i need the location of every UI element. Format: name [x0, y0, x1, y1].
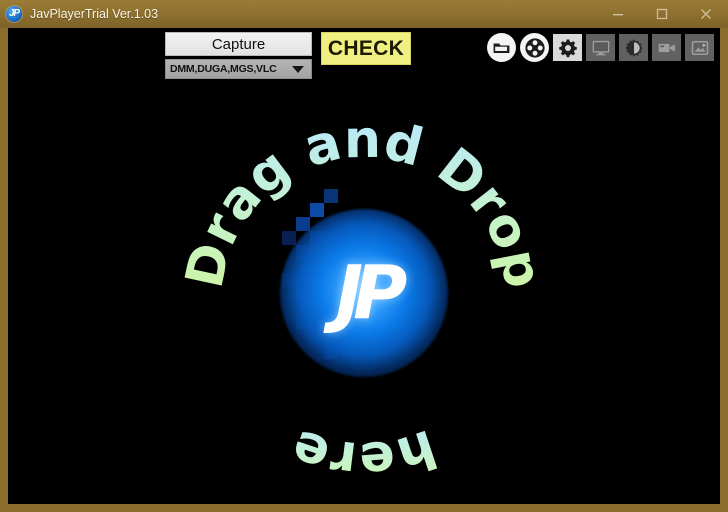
- minimize-icon: [613, 14, 623, 16]
- close-button[interactable]: [684, 0, 728, 28]
- source-select[interactable]: DMM,DUGA,MGS,VLC: [165, 59, 312, 79]
- brightness-icon: [624, 38, 643, 57]
- circular-drop-text: Drag and Drop here: [184, 113, 544, 473]
- open-folder-icon: [493, 43, 510, 54]
- camcorder-icon: [658, 43, 675, 52]
- window-title: JavPlayerTrial Ver.1.03: [30, 7, 159, 21]
- capture-group: Capture DMM,DUGA,MGS,VLC: [165, 32, 312, 79]
- maximize-button[interactable]: [640, 0, 684, 28]
- monitor-button[interactable]: [586, 34, 615, 61]
- brightness-button[interactable]: [619, 34, 648, 61]
- drop-text-top: Drag and Drop: [184, 113, 544, 293]
- maximize-icon: [656, 8, 668, 20]
- icon-toolbar: [487, 33, 714, 62]
- window-controls: [596, 0, 728, 28]
- camcorder-button[interactable]: [652, 34, 681, 61]
- chevron-down-icon: [292, 65, 304, 73]
- app-window: JP JavPlayerTrial Ver.1.03 JP rag and Dr…: [0, 0, 728, 512]
- check-button[interactable]: CHECK: [321, 32, 411, 65]
- check-button-label: CHECK: [327, 36, 405, 60]
- settings-button[interactable]: [553, 34, 582, 61]
- source-select-value: DMM,DUGA,MGS,VLC: [170, 63, 277, 75]
- toolbar: Capture DMM,DUGA,MGS,VLC CHECK: [8, 28, 720, 84]
- minimize-button[interactable]: [596, 0, 640, 28]
- title-bar: JP JavPlayerTrial Ver.1.03: [0, 0, 728, 28]
- capture-button[interactable]: Capture: [165, 32, 312, 56]
- drag-drop-zone[interactable]: JP Drag and Drop: [8, 28, 720, 504]
- drop-text-bottom: here: [284, 417, 444, 473]
- image-add-icon: [691, 40, 708, 55]
- logo-group: JP Drag and Drop: [184, 113, 544, 473]
- disc-button[interactable]: [520, 33, 549, 62]
- gear-icon: [558, 39, 577, 57]
- open-folder-button[interactable]: [487, 33, 516, 62]
- disc-icon: [524, 37, 545, 58]
- capture-button-label: Capture: [211, 35, 266, 53]
- close-icon: [701, 9, 711, 19]
- monitor-icon: [592, 40, 609, 55]
- content-frame: JP Drag and Drop: [8, 28, 720, 504]
- image-add-button[interactable]: [685, 34, 714, 61]
- jp-app-icon: JP: [6, 6, 22, 22]
- app-icon-label: JP: [8, 8, 20, 19]
